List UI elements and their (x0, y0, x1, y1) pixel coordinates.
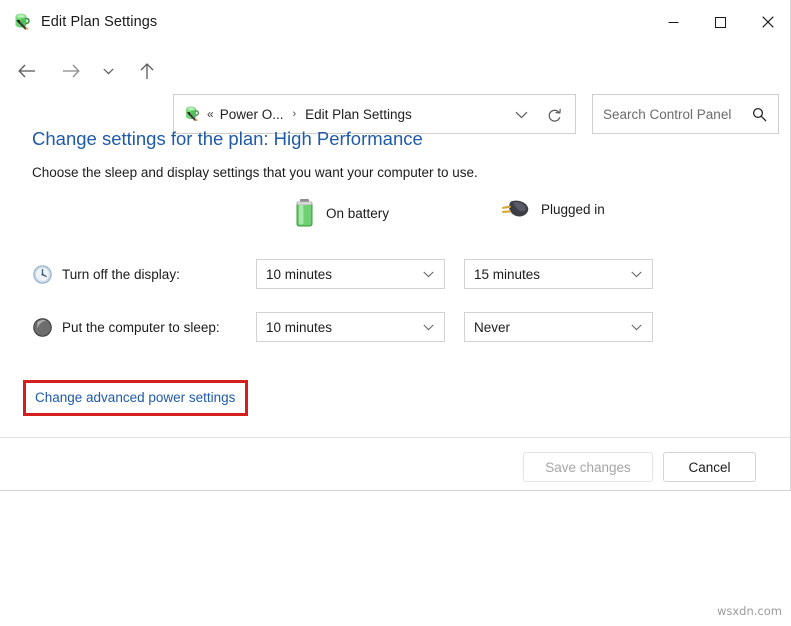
combo-display-on-battery[interactable]: 10 minutes (256, 259, 445, 289)
up-button[interactable] (132, 56, 162, 86)
chevron-down-icon (631, 271, 642, 278)
column-label-on-battery: On battery (326, 206, 389, 221)
combo-value-sleep-on-battery: 10 minutes (266, 320, 423, 335)
advanced-settings-highlight-box: Change advanced power settings (23, 380, 248, 416)
window-controls (650, 0, 791, 44)
window-title: Edit Plan Settings (41, 14, 157, 30)
close-button[interactable] (744, 0, 791, 44)
minimize-button[interactable] (650, 0, 697, 44)
change-advanced-power-settings-link[interactable]: Change advanced power settings (35, 390, 235, 405)
recent-locations-button[interactable] (97, 56, 119, 86)
setting-row-sleep: Put the computer to sleep: 10 minutes Ne… (0, 311, 791, 343)
title-bar-left: Edit Plan Settings (12, 0, 157, 44)
combo-sleep-on-battery[interactable]: 10 minutes (256, 312, 445, 342)
power-plan-icon (12, 12, 32, 32)
combo-value-display-on-battery: 10 minutes (266, 267, 423, 282)
battery-icon (294, 198, 315, 228)
chevron-down-icon (631, 324, 642, 331)
page-subtitle: Choose the sleep and display settings th… (32, 165, 478, 180)
column-label-plugged-in: Plugged in (541, 202, 605, 217)
column-headers: On battery Plugged in (0, 198, 791, 238)
combo-display-plugged-in[interactable]: 15 minutes (464, 259, 653, 289)
power-plug-icon (500, 198, 530, 220)
content-area: Change settings for the plan: High Perfo… (0, 98, 791, 438)
sleep-moon-icon (32, 317, 53, 338)
chevron-down-icon (423, 271, 434, 278)
save-changes-button[interactable]: Save changes (523, 452, 653, 482)
navigation-bar: « Power O... › Edit Plan Settings (0, 44, 791, 98)
cancel-button[interactable]: Cancel (663, 452, 756, 482)
setting-row-turn-off-display: Turn off the display: 10 minutes 15 minu… (0, 258, 791, 290)
footer-bar: Save changes Cancel (0, 438, 791, 490)
setting-label-turn-off-display: Turn off the display: (62, 267, 180, 282)
combo-value-display-plugged-in: 15 minutes (474, 267, 631, 282)
page-title: Change settings for the plan: High Perfo… (32, 128, 423, 150)
display-clock-icon (32, 264, 53, 285)
combo-value-sleep-plugged-in: Never (474, 320, 631, 335)
setting-label-sleep: Put the computer to sleep: (62, 320, 220, 335)
back-button[interactable] (12, 56, 42, 86)
title-bar: Edit Plan Settings (0, 0, 791, 44)
maximize-button[interactable] (697, 0, 744, 44)
column-header-on-battery: On battery (294, 198, 389, 228)
forward-button[interactable] (56, 56, 86, 86)
combo-sleep-plugged-in[interactable]: Never (464, 312, 653, 342)
edit-plan-settings-window: Edit Plan Settings (0, 0, 791, 491)
watermark: wsxdn.com (717, 604, 782, 618)
chevron-down-icon (423, 324, 434, 331)
column-header-plugged-in: Plugged in (500, 198, 605, 220)
